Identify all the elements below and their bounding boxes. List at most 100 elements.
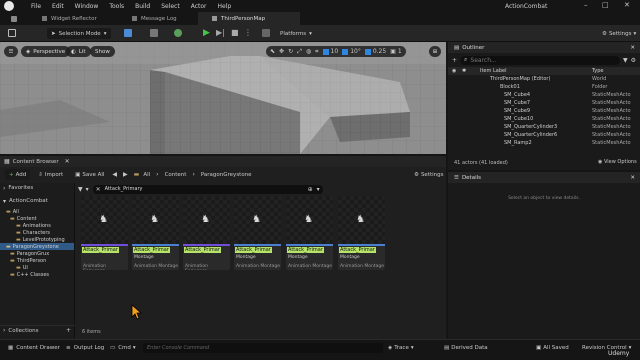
back-icon[interactable]: ◀ xyxy=(112,171,117,178)
all-saved-button[interactable]: ▣ All Saved xyxy=(536,345,569,351)
tree-item[interactable]: ▬ Characters xyxy=(0,229,74,236)
tree-item[interactable]: ▬ LevelPrototyping xyxy=(0,236,74,243)
minimize-button[interactable]: – xyxy=(584,1,588,9)
asset-tile[interactable]: ♞ Attack_Primar Montage Animation Montag… xyxy=(234,196,281,270)
world-icon[interactable]: ◍ xyxy=(306,48,311,55)
trace-button[interactable]: ◈ Trace ▾ xyxy=(388,345,414,351)
menu-help[interactable]: Help xyxy=(218,3,232,10)
tree-item[interactable]: ▬ UI xyxy=(0,264,74,271)
scale-snap-value[interactable]: 0.25 xyxy=(373,48,386,55)
tree-item[interactable]: ▬ Content xyxy=(0,215,74,222)
rotation-snap-value[interactable]: 10° xyxy=(350,48,361,55)
settings-button[interactable]: ⚙ Settings ▾ xyxy=(598,28,640,39)
rotate-icon[interactable]: ↻ xyxy=(288,48,293,55)
stop-button[interactable]: ■ xyxy=(231,28,239,38)
tab-widget-reflector[interactable]: Widget Reflector xyxy=(28,12,118,25)
blueprint-icon[interactable] xyxy=(124,29,132,37)
lit-button[interactable]: ◐ Lit xyxy=(66,46,91,57)
filter-icon[interactable]: ▼ xyxy=(78,186,83,193)
outliner-row[interactable]: SM_QuarterCylinder6 StaticMeshActo xyxy=(448,131,640,139)
viewport-layout-button[interactable]: ⊞ xyxy=(429,46,441,57)
add-filter-icon[interactable]: ⊕ xyxy=(308,186,313,193)
tab-message-log[interactable]: Message Log xyxy=(118,12,198,25)
add-actor-icon[interactable] xyxy=(174,29,182,37)
scale-snap-icon[interactable] xyxy=(364,48,371,55)
breadcrumb-paragongreystone[interactable]: ParagonGreystone xyxy=(201,172,252,178)
outliner-row[interactable]: SM_QuarterCylinder3 StaticMeshActo xyxy=(448,123,640,131)
menu-actor[interactable]: Actor xyxy=(191,3,207,10)
asset-tile[interactable]: ♞ Attack_Primar Montage Animation Montag… xyxy=(132,196,179,270)
menu-select[interactable]: Select xyxy=(161,3,180,10)
import-button[interactable]: ⇩ Import xyxy=(34,169,67,180)
tree-item-selected[interactable]: ▬ ParagonGreystone xyxy=(0,243,74,250)
play-options-icon[interactable]: ⋮ xyxy=(244,28,252,38)
show-button[interactable]: Show xyxy=(90,46,115,57)
asset-tile[interactable]: ♞ Attack_Primar Montage Animation Montag… xyxy=(286,196,333,270)
cmd-dropdown[interactable]: ▭ Cmd ▾ xyxy=(110,345,136,351)
gear-icon[interactable]: ⚙ xyxy=(631,57,636,64)
tree-item[interactable]: ▬ All xyxy=(0,208,74,215)
maximize-button[interactable]: □ xyxy=(602,1,609,9)
cinematics-icon[interactable] xyxy=(150,29,158,37)
outliner-row[interactable]: SM_Cube9 StaticMeshActo xyxy=(448,107,640,115)
rotation-snap-icon[interactable] xyxy=(342,48,349,55)
outliner-search-input[interactable]: ⌕ Search... xyxy=(460,55,620,65)
close-icon[interactable]: ✕ xyxy=(65,158,70,165)
clear-search-icon[interactable]: ✕ xyxy=(96,186,101,193)
type-column[interactable]: Type xyxy=(592,68,603,74)
viewport-options-button[interactable]: ☰ xyxy=(4,46,18,57)
asset-search-input[interactable]: ✕ Attack_Primary ⊕ ▾ xyxy=(92,184,323,194)
play-button[interactable]: ▶ xyxy=(203,28,210,38)
selection-mode-button[interactable]: ➤ Selection Mode ▾ xyxy=(47,28,111,39)
asset-tile[interactable]: ♞ Attack_Primar Animation Sequence xyxy=(183,196,230,270)
tree-item[interactable]: ▬ ParagonGrux xyxy=(0,250,74,257)
chevron-down-icon[interactable]: ▾ xyxy=(317,186,320,193)
outliner-row[interactable]: SM_Cube10 StaticMeshActo xyxy=(448,115,640,123)
view-options-icon[interactable]: ◉ View Options xyxy=(598,159,637,165)
close-icon[interactable]: ✕ xyxy=(630,45,635,51)
add-collection-icon[interactable]: + xyxy=(66,327,71,334)
cb-settings-button[interactable]: ⚙ Settings xyxy=(410,169,448,180)
collections-header[interactable]: › Collections + xyxy=(0,325,75,335)
asset-tile[interactable]: ♞ Attack_Primar Montage Animation Montag… xyxy=(338,196,385,270)
breadcrumb-content[interactable]: Content xyxy=(165,172,187,178)
grid-snap-value[interactable]: 10 xyxy=(331,48,339,55)
output-log-button[interactable]: ≡ Output Log xyxy=(66,345,104,351)
tree-item[interactable]: ▬ C++ Classes xyxy=(0,271,74,278)
close-icon[interactable]: ✕ xyxy=(630,175,635,181)
outliner-row[interactable]: SM_Ramp2 StaticMeshActo xyxy=(448,139,640,147)
asset-tile[interactable]: ♞ Attack_Primar Animation Sequence xyxy=(81,196,128,270)
grid-snap-icon[interactable] xyxy=(322,48,329,55)
save-all-button[interactable]: ▣ Save All xyxy=(71,169,108,180)
chevron-down-icon[interactable]: ▾ xyxy=(86,186,89,193)
save-icon[interactable] xyxy=(8,29,16,37)
tree-item[interactable]: ▬ ThirdPerson xyxy=(0,257,74,264)
camera-speed-value[interactable]: 1 xyxy=(398,48,402,55)
add-button[interactable]: + Add xyxy=(5,169,31,180)
item-label-column[interactable]: Item Label xyxy=(480,68,506,74)
close-button[interactable]: ✕ xyxy=(624,1,630,9)
level-viewport[interactable]: ☰ ◈ Perspective ◐ Lit Show ⬉ ✥ ↻ ⤢ ◍ ⌗ 1… xyxy=(0,42,446,154)
outliner-row[interactable]: Block01 Folder xyxy=(448,83,640,91)
tab-thirdpersonmap[interactable]: ThirdPersonMap xyxy=(198,12,300,25)
menu-window[interactable]: Window xyxy=(75,3,99,10)
camera-speed-icon[interactable]: ▣ xyxy=(390,48,396,55)
perspective-button[interactable]: ◈ Perspective xyxy=(21,46,71,57)
menu-tools[interactable]: Tools xyxy=(109,3,124,10)
filter-icon[interactable]: ▼ xyxy=(623,57,628,64)
breadcrumb-all[interactable]: All xyxy=(143,172,150,178)
console-input[interactable]: Enter Console Command xyxy=(143,343,383,353)
favorites-header[interactable]: › Favorites xyxy=(0,183,74,193)
menu-file[interactable]: File xyxy=(31,3,41,10)
select-icon[interactable]: ⬉ xyxy=(270,48,275,55)
project-header[interactable]: ▾ ActionCombat xyxy=(0,196,74,206)
platforms-button[interactable]: Platforms ▾ xyxy=(276,28,316,39)
menu-edit[interactable]: Edit xyxy=(52,3,64,10)
tree-item[interactable]: ▬ Animations xyxy=(0,222,74,229)
add-icon[interactable]: + xyxy=(452,57,457,64)
outliner-row[interactable]: SM_Cube4 StaticMeshActo xyxy=(448,91,640,99)
translate-icon[interactable]: ✥ xyxy=(279,48,284,55)
surface-snap-icon[interactable]: ⌗ xyxy=(315,48,318,56)
forward-icon[interactable]: ▶ xyxy=(123,171,128,178)
derived-data-button[interactable]: ▤ Derived Data xyxy=(444,345,488,351)
